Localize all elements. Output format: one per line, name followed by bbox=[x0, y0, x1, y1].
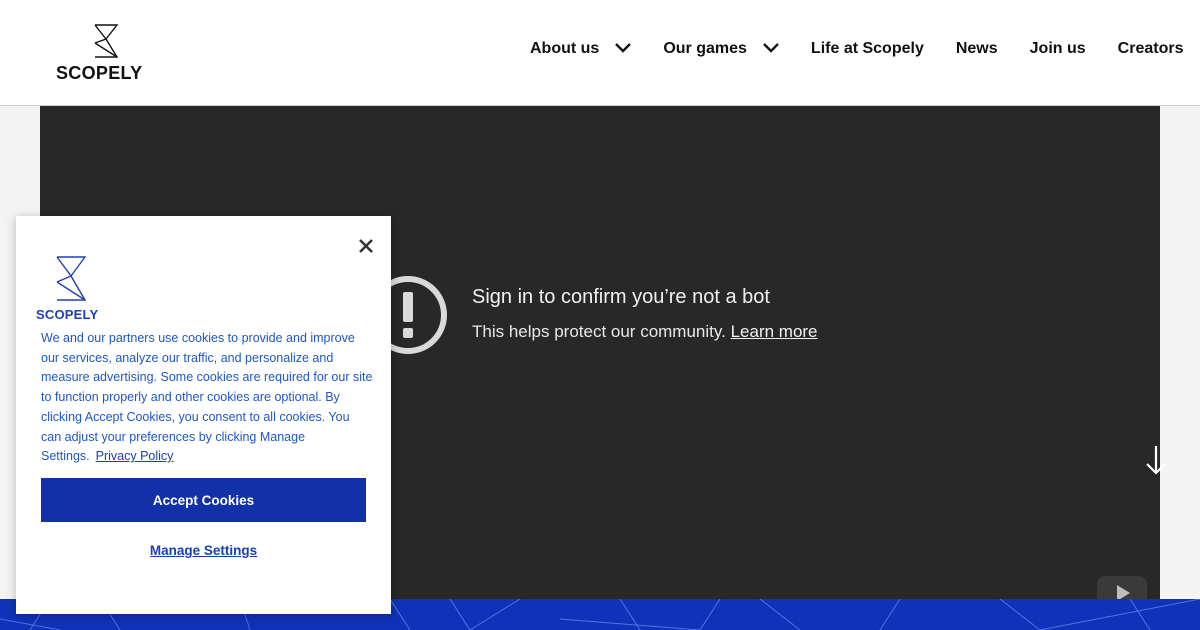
privacy-policy-link[interactable]: Privacy Policy bbox=[96, 449, 174, 463]
main-nav: About us Our games Life at Scopely News … bbox=[530, 40, 1183, 58]
nav-item-label: About us bbox=[530, 40, 600, 57]
manage-settings-link[interactable]: Manage Settings bbox=[16, 543, 391, 558]
cookie-consent-dialog: SCOPELY We and our partners use cookies … bbox=[16, 216, 391, 614]
site-header: SCOPELY About us Our games Life at Scope… bbox=[0, 0, 1200, 106]
scopely-logo-mark-icon bbox=[56, 256, 87, 301]
nav-item-label: Our games bbox=[663, 40, 747, 57]
cookie-dialog-logo: SCOPELY bbox=[36, 256, 106, 322]
nav-item-news[interactable]: News bbox=[956, 40, 998, 58]
accept-cookies-button[interactable]: Accept Cookies bbox=[41, 478, 366, 522]
cookie-description: We and our partners use cookies to provi… bbox=[41, 329, 373, 467]
scopely-logo[interactable]: SCOPELY bbox=[56, 24, 160, 84]
learn-more-link[interactable]: Learn more bbox=[731, 322, 818, 341]
nav-item-life-at-scopely[interactable]: Life at Scopely bbox=[811, 40, 924, 58]
nav-item-creators[interactable]: Creators bbox=[1118, 40, 1184, 58]
video-error-title: Sign in to confirm you’re not a bot bbox=[472, 286, 770, 308]
nav-item-about-us[interactable]: About us bbox=[530, 40, 632, 58]
cookie-logo-wordmark: SCOPELY bbox=[36, 307, 99, 322]
nav-item-label: Life at Scopely bbox=[810, 40, 924, 57]
arrow-down-icon[interactable] bbox=[1144, 444, 1168, 481]
video-error-subtitle: This helps protect our community. Learn … bbox=[472, 322, 818, 342]
logo-wordmark: SCOPELY bbox=[56, 63, 143, 83]
video-error-message: This helps protect our community. bbox=[472, 322, 726, 341]
scopely-logo-mark-icon bbox=[94, 24, 119, 58]
chevron-down-icon bbox=[763, 40, 779, 58]
nav-item-join-us[interactable]: Join us bbox=[1030, 40, 1086, 58]
nav-item-label: News bbox=[955, 40, 998, 57]
nav-item-label: Join us bbox=[1029, 40, 1086, 57]
chevron-down-icon bbox=[615, 40, 632, 58]
cookie-description-text: We and our partners use cookies to provi… bbox=[41, 331, 373, 464]
close-icon[interactable] bbox=[356, 236, 376, 256]
nav-item-label: Creators bbox=[1117, 40, 1184, 57]
nav-item-our-games[interactable]: Our games bbox=[663, 40, 779, 58]
